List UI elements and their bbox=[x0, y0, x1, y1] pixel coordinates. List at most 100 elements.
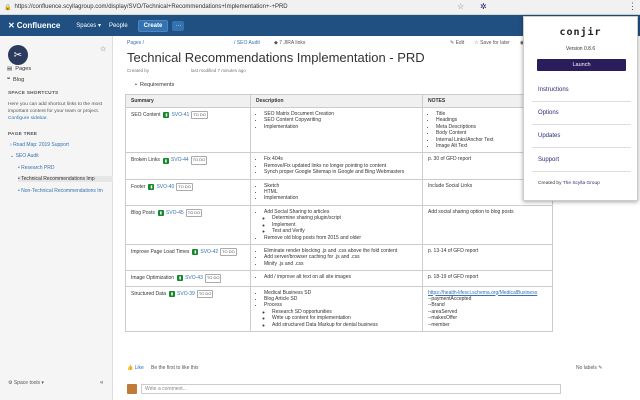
collapse-sidebar-icon[interactable]: « bbox=[100, 380, 103, 386]
sidebar: ✂ ☆ ▤ Pages ❝ Blog SPACE SHORTCUTS Here yo… bbox=[0, 36, 113, 400]
lock-icon: 🔒 bbox=[4, 4, 12, 11]
support-link[interactable]: Support bbox=[538, 157, 559, 163]
like-button[interactable]: 👍 Like bbox=[127, 365, 144, 371]
pages-icon: ▤ bbox=[7, 66, 13, 72]
notes-cell: p. 18-19 of GFD report bbox=[422, 270, 553, 287]
table-row: Blog Posts▮SVO-45TO DOAdd Social Sharing… bbox=[125, 204, 553, 245]
summary-cell: Blog Posts ▮ SVO-45 TO DO bbox=[125, 204, 251, 245]
jira-links[interactable]: ◆ 7 JIRA links bbox=[274, 40, 305, 46]
list-item: Remove old blog posts from 2015 and olde… bbox=[264, 235, 417, 241]
summary-cell: Footer ▮ SVO-40 TO DO bbox=[125, 178, 251, 206]
list-item: Minify .js and .css bbox=[264, 261, 417, 267]
tree-item[interactable]: • Non-Technical Recommendations Im bbox=[18, 188, 103, 194]
col-summary: Summary bbox=[125, 94, 251, 108]
jira-issue-tag[interactable]: ▮ SVO-39 TO DO bbox=[169, 289, 214, 298]
edit-button[interactable]: ✎ Edit bbox=[450, 40, 464, 46]
page-tree-heading: PAGE TREE bbox=[8, 132, 38, 137]
updates-link[interactable]: Updates bbox=[538, 133, 560, 139]
like-text: Be the first to like this bbox=[151, 365, 199, 371]
note-text: p. 18-19 of GFD report bbox=[428, 274, 479, 281]
description-cell: Medical Business SDBlog Article SDProces… bbox=[250, 285, 423, 332]
create-button[interactable]: Create bbox=[137, 19, 169, 32]
labels[interactable]: No labels ✎ bbox=[576, 365, 602, 371]
summary-cell: Improve Page Load Times ▮ SVO-42 TO DO bbox=[125, 243, 251, 272]
launch-button[interactable]: Launch bbox=[537, 59, 626, 71]
jira-story-icon: ▮ bbox=[177, 275, 184, 282]
instructions-link[interactable]: Instructions bbox=[538, 87, 569, 93]
tree-item[interactable]: › Road Map: 2019 Support bbox=[10, 142, 69, 148]
list-item: Synch proper Google Sitemap in Google an… bbox=[264, 169, 417, 175]
col-description: Description bbox=[250, 94, 423, 108]
description-cell: SEO Matrix Document CreationSEO Content … bbox=[250, 106, 423, 154]
url-text: https://confluence.scyllagroup.com/displ… bbox=[14, 4, 288, 10]
list-item: Implementation bbox=[264, 124, 417, 130]
jira-story-icon: ▮ bbox=[192, 249, 199, 256]
options-link[interactable]: Options bbox=[538, 110, 559, 116]
jira-story-icon: ▮ bbox=[169, 290, 176, 297]
list-item: Add structured Data Markup for dental bu… bbox=[272, 322, 417, 328]
summary-cell: Broken Links ▮ SVO-44 TO DO bbox=[125, 152, 251, 180]
favorite-star-icon[interactable]: ☆ bbox=[100, 45, 106, 53]
space-logo-icon[interactable]: ✂ bbox=[8, 45, 28, 65]
requirements-bullet: • Requirements bbox=[135, 82, 175, 88]
breadcrumb-pages[interactable]: Pages / bbox=[127, 40, 144, 46]
address-bar[interactable]: 🔒 https://confluence.scyllagroup.com/dis… bbox=[4, 4, 288, 11]
jira-icon: ◆ bbox=[274, 40, 278, 46]
table-row: Broken Links▮SVO-44TO DOFix 404sRemove/F… bbox=[125, 152, 553, 180]
table-row: Structured Data▮SVO-39TO DOMedical Busin… bbox=[125, 285, 553, 332]
created-by-text: Created by The Scylla Group bbox=[538, 181, 600, 186]
jira-issue-tag[interactable]: ▮ SVO-43 TO DO bbox=[177, 274, 222, 283]
jira-issue-tag[interactable]: ▮ SVO-41 TO DO bbox=[163, 111, 208, 120]
divider bbox=[532, 124, 631, 125]
browser-menu-icon[interactable]: ⋮ bbox=[628, 1, 637, 12]
notes-cell: p. 13-14 of GFD report bbox=[422, 243, 553, 272]
breadcrumb-seo-audit[interactable]: / SEO Audit bbox=[234, 40, 260, 46]
summary-cell: Image Optimization ▮ SVO-43 TO DO bbox=[125, 270, 251, 287]
description-cell: SketchHTMLImplementation bbox=[250, 178, 423, 206]
conjir-title: conjir bbox=[559, 27, 602, 38]
confluence-x-icon: ✕ bbox=[8, 21, 15, 30]
jira-issue-tag[interactable]: ▮ SVO-42 TO DO bbox=[192, 247, 237, 257]
sidebar-item-blog[interactable]: ❝ Blog bbox=[7, 77, 24, 83]
shortcuts-heading: SPACE SHORTCUTS bbox=[8, 91, 59, 96]
jira-issue-tag[interactable]: ▮ SVO-45 TO DO bbox=[157, 208, 203, 218]
confluence-logo[interactable]: ✕ Confluence bbox=[8, 21, 60, 30]
comment-input[interactable]: Write a comment... bbox=[141, 384, 561, 394]
tree-item[interactable]: • Research PRD bbox=[18, 165, 55, 171]
table-row: Image Optimization▮SVO-43TO DO Add / impr… bbox=[125, 270, 553, 287]
blog-icon: ❝ bbox=[7, 77, 11, 83]
table-row: Improve Page Load Times▮SVO-42TO DOElimi… bbox=[125, 243, 553, 272]
list-item: Implementation bbox=[264, 195, 417, 201]
more-create-button[interactable]: ··· bbox=[172, 20, 185, 31]
avatar bbox=[127, 384, 137, 394]
summary-cell: Structured Data ▮ SVO-39 TO DO bbox=[125, 285, 251, 332]
jira-issue-tag[interactable]: ▮ SVO-40 TO DO bbox=[148, 182, 193, 192]
tree-item[interactable]: ⌄ SEO Audit bbox=[10, 153, 39, 159]
note-text: Add social sharing option to blog posts bbox=[428, 208, 514, 215]
shortcuts-help-text: Here you can add shortcut links to the m… bbox=[8, 102, 103, 121]
jira-issue-tag[interactable]: ▮ SVO-44 TO DO bbox=[162, 156, 208, 165]
notes-cell: https://health-lifesci.schema.org/Medica… bbox=[422, 285, 553, 332]
configure-sidebar-link[interactable]: Configure sidebar. bbox=[8, 116, 48, 121]
extension-icon[interactable]: ✲ bbox=[480, 2, 487, 11]
jira-story-icon: ▮ bbox=[162, 157, 169, 164]
description-cell: Fix 404sRemove/Fix updated links no long… bbox=[250, 152, 423, 180]
save-for-later-button[interactable]: ☆ Save for later bbox=[474, 40, 510, 46]
conjir-popup: conjir Version 0.8.6 Launch Instructions… bbox=[523, 16, 638, 201]
schema-link[interactable]: https://health-lifesci.schema.org/Medica… bbox=[428, 290, 547, 296]
notes-cell: Add social sharing option to blog posts bbox=[422, 204, 553, 245]
sidebar-item-pages[interactable]: ▤ Pages bbox=[7, 66, 31, 72]
schema-property: --member bbox=[428, 321, 450, 328]
tree-item-current[interactable]: • Technical Recommendations Imp bbox=[18, 176, 113, 182]
company-link[interactable]: The Scylla Group bbox=[563, 181, 600, 186]
bookmark-star-icon[interactable]: ☆ bbox=[457, 2, 464, 11]
page-title: Technical Recommendations Implementation… bbox=[127, 50, 425, 65]
summary-cell: SEO Content ▮ SVO-41 TO DO bbox=[125, 106, 251, 154]
spaces-menu[interactable]: Spaces ▾ bbox=[76, 22, 101, 29]
space-tools-menu[interactable]: ⚙ Space tools ▾ bbox=[8, 380, 44, 386]
people-link[interactable]: People bbox=[109, 23, 128, 29]
description-cell: Eliminate render blocking .js and .css a… bbox=[250, 243, 423, 272]
table-row: Footer▮SVO-40TO DOSketchHTMLImplementati… bbox=[125, 178, 553, 206]
jira-story-icon: ▮ bbox=[148, 183, 155, 190]
list-item: Add / improve alt text on all site image… bbox=[264, 274, 417, 280]
